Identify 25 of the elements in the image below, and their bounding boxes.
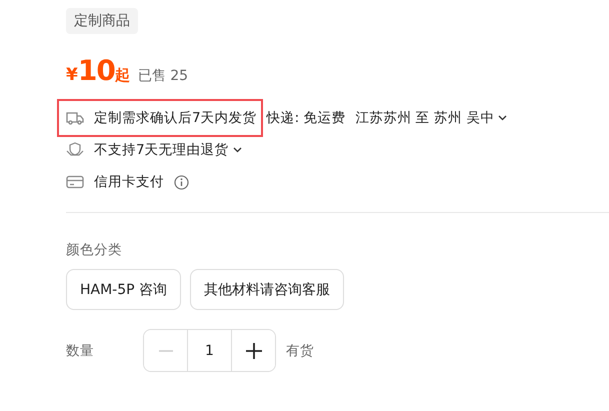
chevron-down-icon — [498, 115, 508, 121]
quantity-field[interactable]: 1 — [187, 330, 232, 371]
shipping-route[interactable]: 江苏苏州 至 苏州 吴中 — [355, 109, 508, 127]
plus-icon — [246, 342, 262, 358]
credit-card-icon — [66, 175, 84, 189]
shield-hands-icon — [66, 142, 84, 158]
shipping-carrier: 快递: 免运费 — [266, 109, 346, 127]
shipping-promise: 定制需求确认后7天内发货 — [94, 109, 257, 127]
stock-status: 有货 — [286, 342, 314, 360]
truck-icon — [66, 111, 84, 125]
payment-method: 信用卡支付 — [94, 173, 164, 191]
currency-symbol: ¥ — [66, 65, 78, 85]
quantity-label: 数量 — [66, 342, 95, 360]
price-suffix: 起 — [114, 66, 130, 85]
chevron-down-icon — [232, 147, 242, 153]
option-chip[interactable]: HAM-5P 咨询 — [66, 269, 182, 310]
section-label: 颜色分类 — [66, 241, 123, 259]
option-chip[interactable]: 其他材料请咨询客服 — [190, 269, 344, 310]
product-tag: 定制商品 — [66, 8, 138, 34]
return-policy[interactable]: 不支持7天无理由退货 — [94, 141, 242, 159]
minus-icon — [158, 350, 172, 352]
info-icon[interactable] — [174, 174, 189, 190]
price-amount: 10 — [78, 54, 115, 87]
quantity-stepper[interactable]: 1 — [143, 329, 276, 372]
sold-count: 已售 25 — [138, 67, 188, 85]
